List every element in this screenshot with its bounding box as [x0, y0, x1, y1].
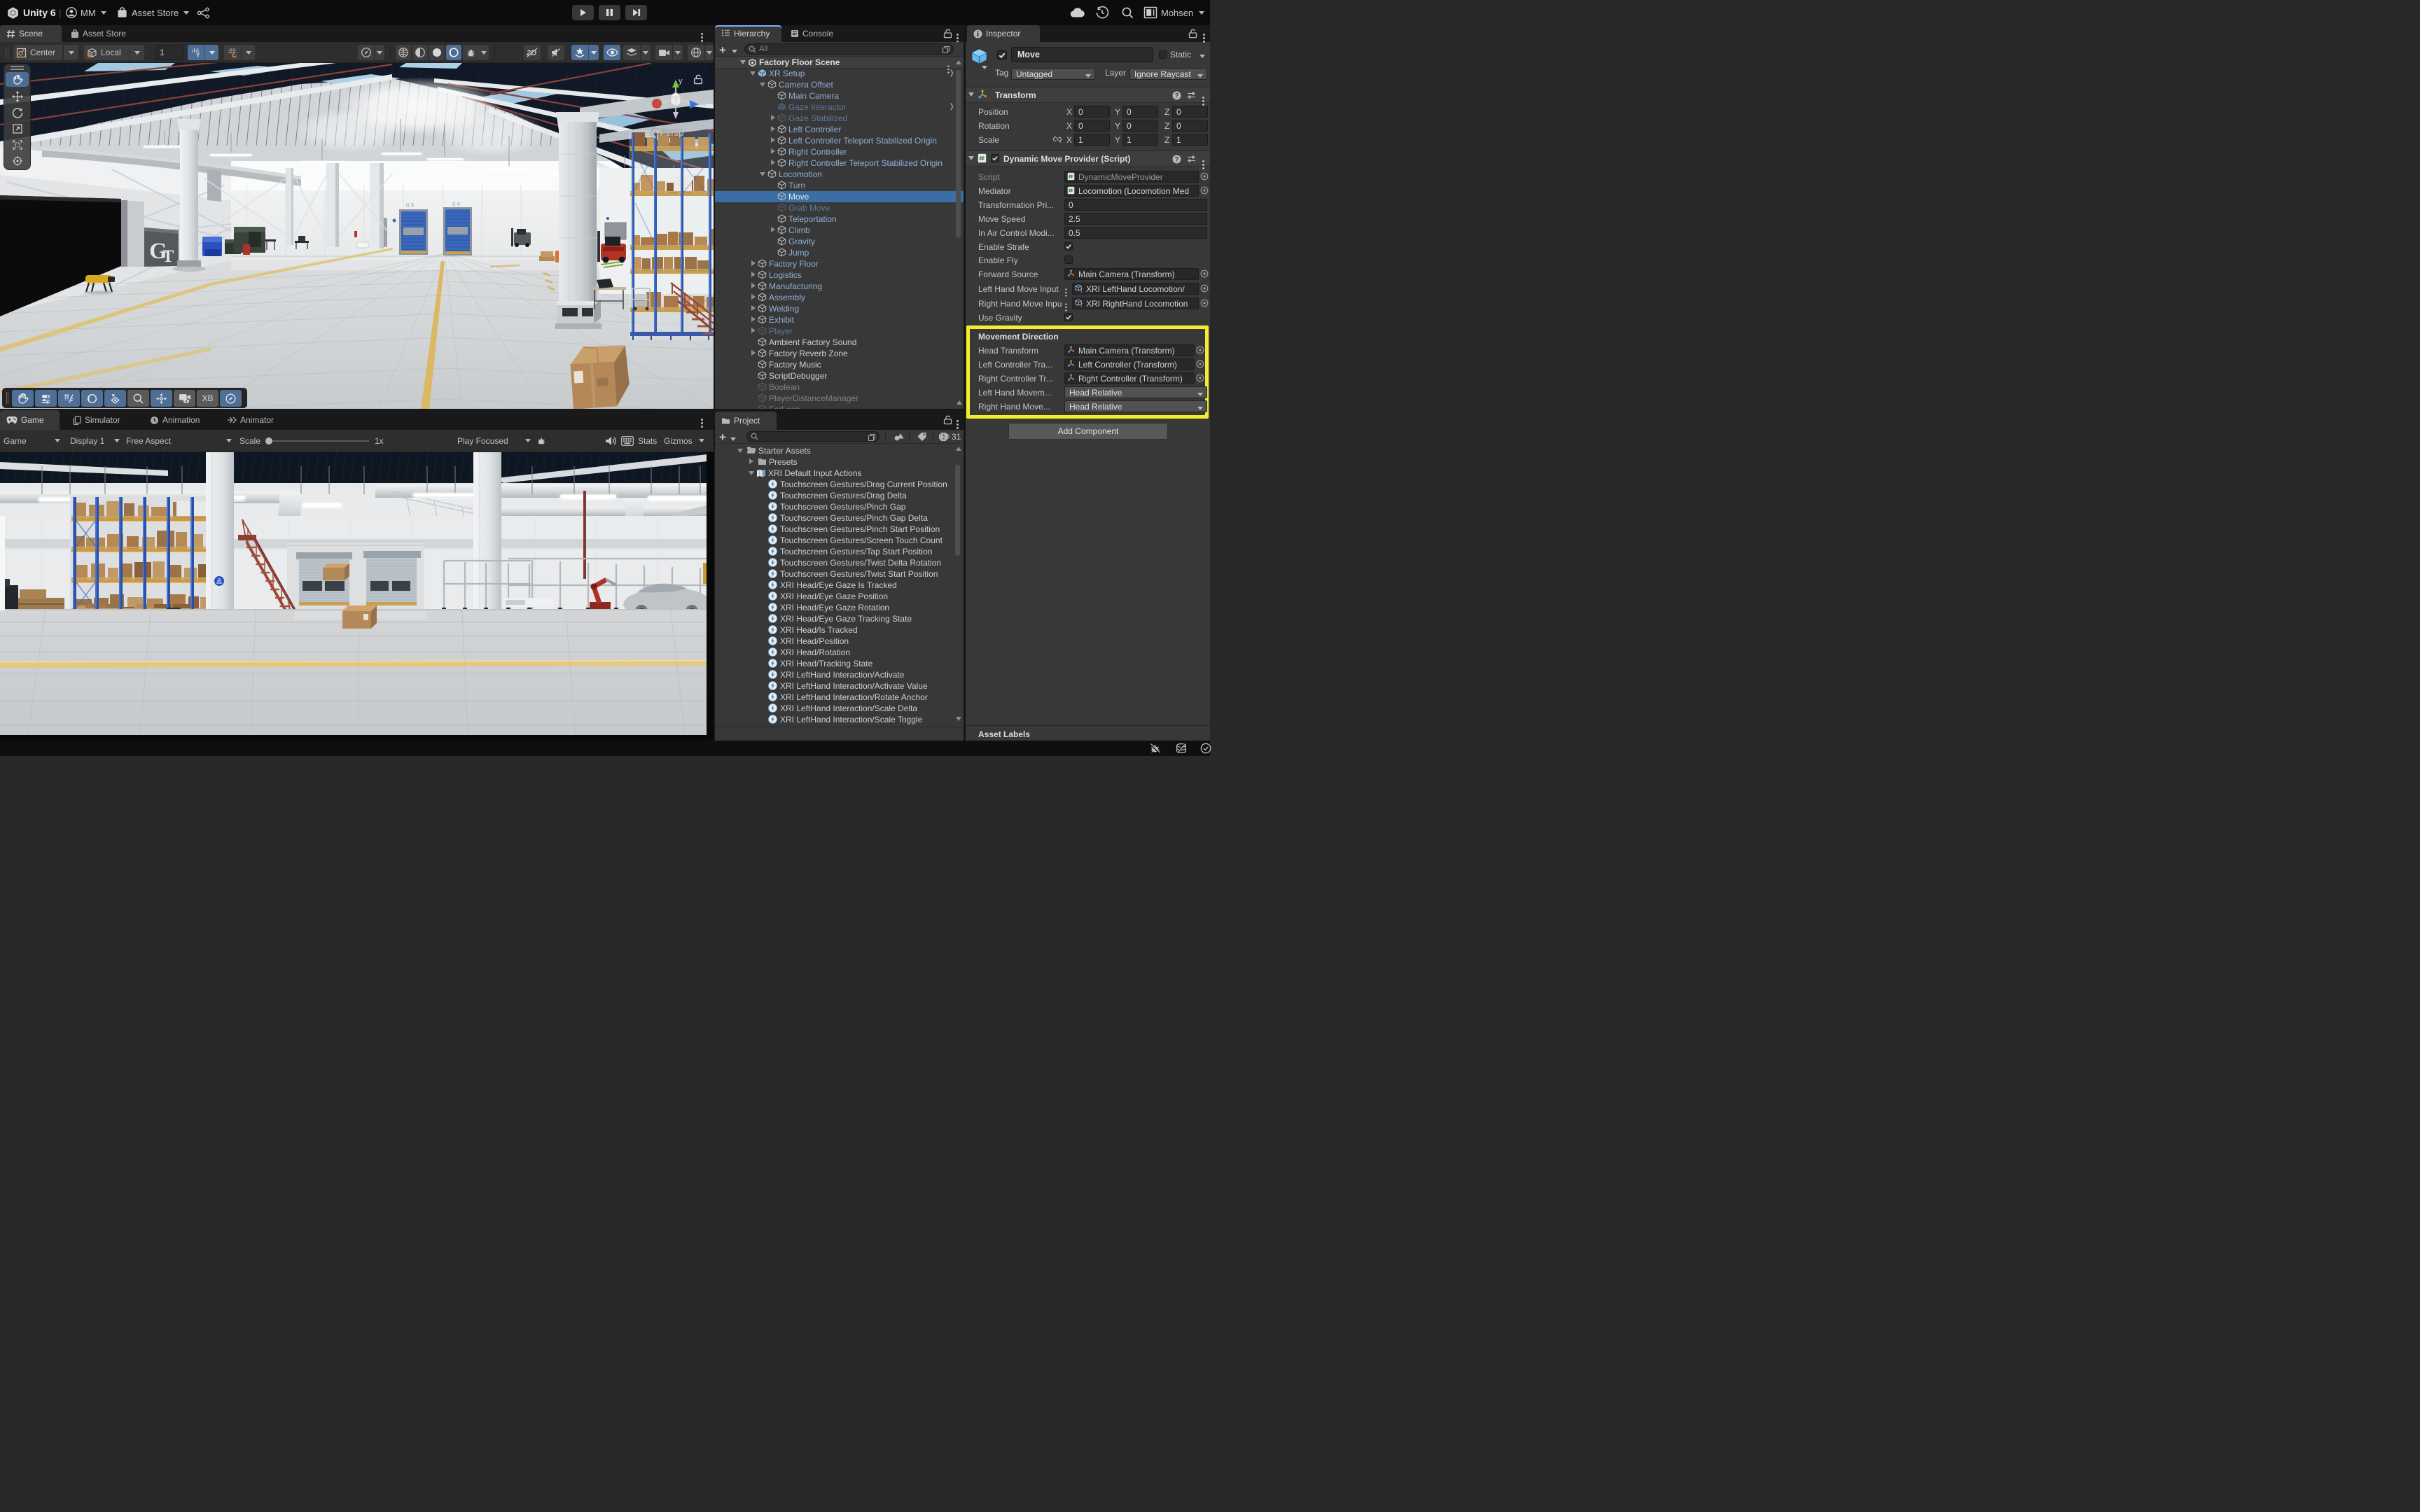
svg-text:{}: {} [1080, 289, 1084, 293]
svg-text:0 4: 0 4 [452, 201, 461, 207]
svg-text:{}: {} [1080, 304, 1084, 307]
svg-text:0 3: 0 3 [406, 202, 415, 209]
svg-text:x: x [646, 100, 650, 108]
svg-text:?: ? [1175, 92, 1179, 99]
svg-text:?: ? [1175, 156, 1179, 163]
svg-text:y: y [679, 77, 683, 85]
svg-text:Y: Y [196, 52, 200, 58]
svg-text:T: T [162, 247, 174, 266]
svg-text:z: z [703, 101, 707, 109]
